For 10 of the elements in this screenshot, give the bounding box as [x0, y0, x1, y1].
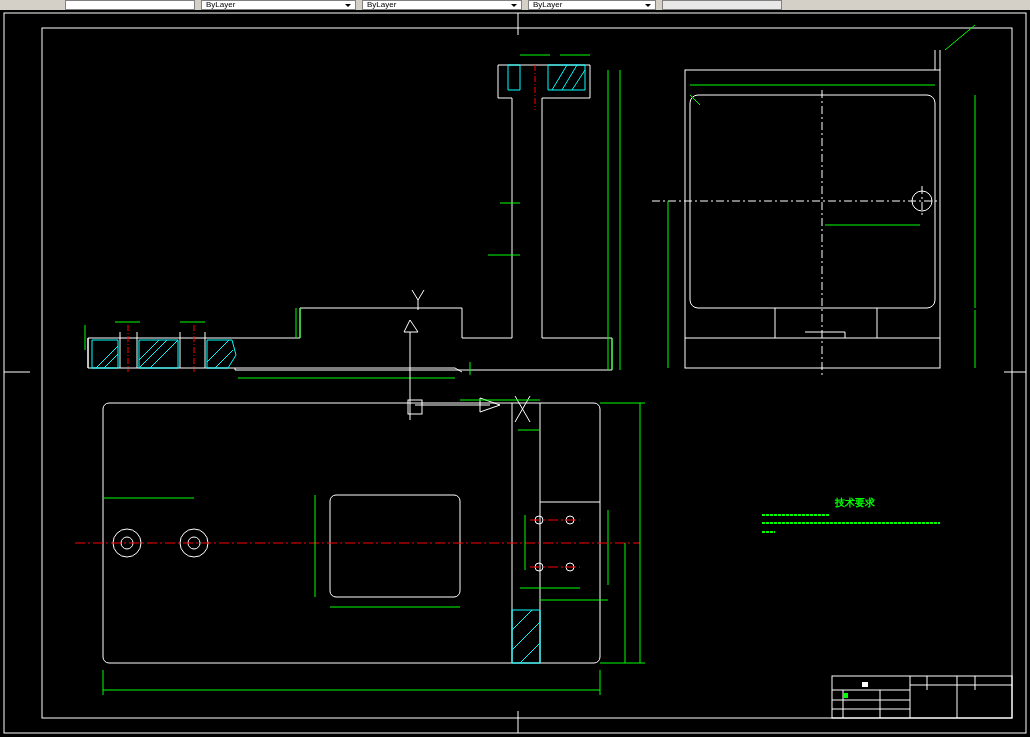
- style-dropdown[interactable]: [662, 0, 782, 10]
- layer-dropdown[interactable]: [65, 0, 195, 10]
- layer-dropdown[interactable]: ByLayer: [528, 0, 656, 10]
- caret-icon: [511, 3, 517, 7]
- caret-icon: [345, 3, 351, 7]
- layer-dropdown[interactable]: ByLayer: [362, 0, 522, 10]
- ucs-axis-icon: [403, 289, 531, 423]
- layer-dropdown[interactable]: ByLayer: [201, 0, 356, 10]
- notes-title: 技术要求: [835, 497, 875, 508]
- caret-icon: [645, 3, 651, 7]
